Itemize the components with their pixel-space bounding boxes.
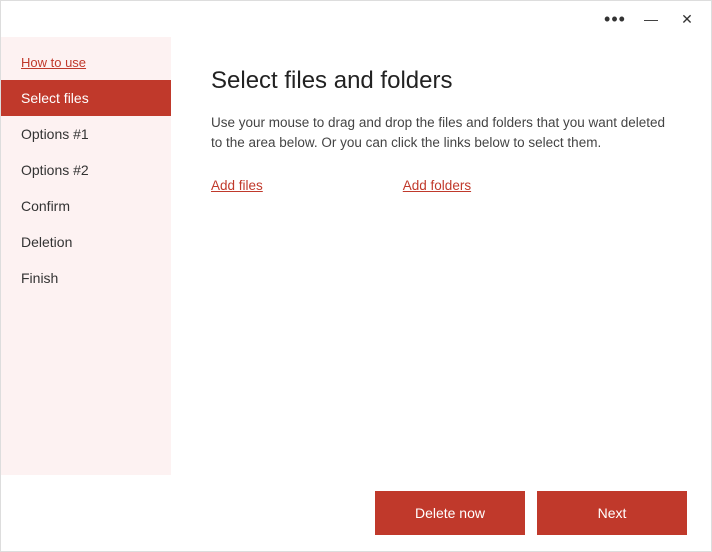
close-button[interactable]: ✕ bbox=[671, 5, 703, 33]
content-area: How to use Select files Options #1 Optio… bbox=[1, 37, 711, 475]
description-text: Use your mouse to drag and drop the file… bbox=[211, 113, 671, 154]
title-bar: ••• — ✕ bbox=[1, 1, 711, 37]
drop-area[interactable]: Add files Add folders bbox=[211, 174, 671, 456]
page-title: Select files and folders bbox=[211, 67, 671, 95]
add-folders-link[interactable]: Add folders bbox=[403, 178, 471, 193]
sidebar: How to use Select files Options #1 Optio… bbox=[1, 37, 171, 475]
main-content: Select files and folders Use your mouse … bbox=[171, 37, 711, 475]
window: ••• — ✕ How to use Select files Options … bbox=[0, 0, 712, 552]
add-files-link[interactable]: Add files bbox=[211, 178, 263, 193]
sidebar-item-confirm[interactable]: Confirm bbox=[1, 188, 171, 224]
title-bar-controls: ••• — ✕ bbox=[599, 5, 703, 33]
sidebar-item-how-to-use[interactable]: How to use bbox=[1, 45, 171, 80]
sidebar-item-deletion[interactable]: Deletion bbox=[1, 224, 171, 260]
minimize-button[interactable]: — bbox=[635, 5, 667, 33]
footer: Delete now Next bbox=[1, 475, 711, 551]
more-options-button[interactable]: ••• bbox=[599, 5, 631, 33]
add-links: Add files Add folders bbox=[211, 178, 671, 193]
delete-now-button[interactable]: Delete now bbox=[375, 491, 525, 535]
sidebar-item-finish[interactable]: Finish bbox=[1, 260, 171, 296]
next-button[interactable]: Next bbox=[537, 491, 687, 535]
sidebar-item-options-1[interactable]: Options #1 bbox=[1, 116, 171, 152]
sidebar-item-select-files[interactable]: Select files bbox=[1, 80, 171, 116]
sidebar-item-options-2[interactable]: Options #2 bbox=[1, 152, 171, 188]
